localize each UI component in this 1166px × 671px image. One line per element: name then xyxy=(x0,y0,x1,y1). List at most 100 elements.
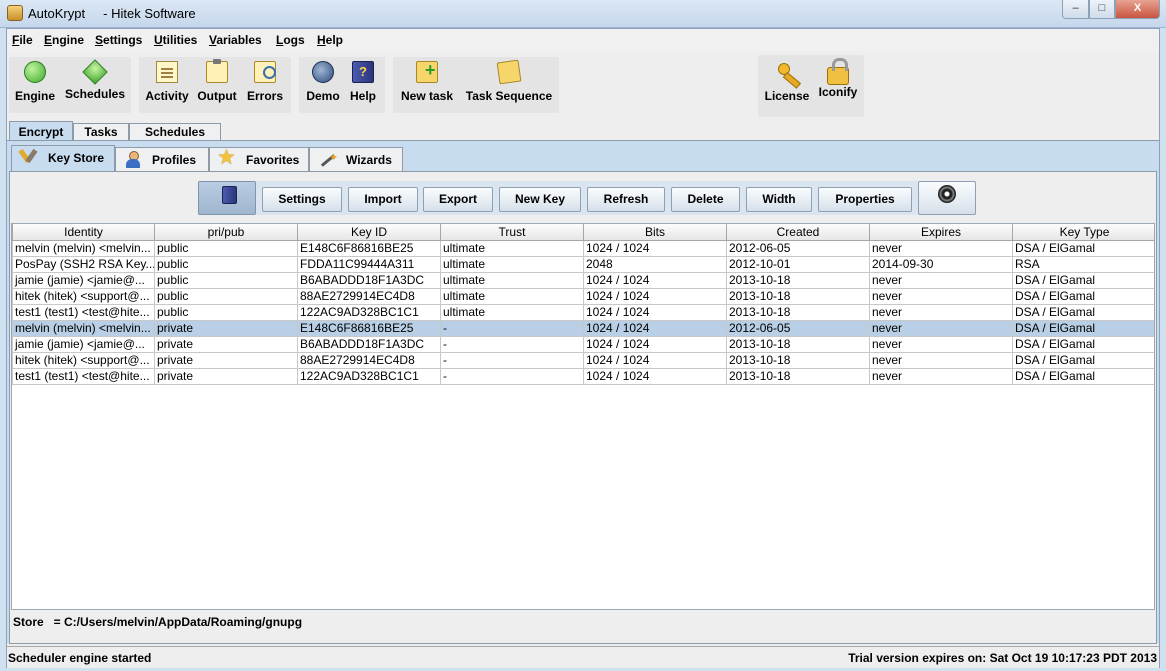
new-task-icon xyxy=(416,60,438,83)
close-button[interactable]: X xyxy=(1115,0,1160,19)
errors-icon xyxy=(254,61,276,83)
table-cell: DSA / ElGamal xyxy=(1012,367,1154,385)
table-cell: E148C6F86816BE25 xyxy=(297,239,441,257)
table-cell: 88AE2729914EC4D8 xyxy=(297,351,441,369)
task-sequence-icon xyxy=(496,59,522,85)
column-header[interactable]: Key ID xyxy=(297,224,441,241)
table-cell: hitek (hitek) <support@... xyxy=(12,351,155,369)
table-row[interactable]: melvin (melvin) <melvin... public E148C6F8… xyxy=(12,239,1154,257)
table-cell: 2012-06-05 xyxy=(726,239,870,257)
table-cell: jamie (jamie) <jamie@... xyxy=(12,271,155,289)
table-cell: - xyxy=(440,367,584,385)
table-cell: DSA / ElGamal xyxy=(1012,271,1154,289)
table-cell: 122AC9AD328BC1C1 xyxy=(297,367,441,385)
table-cell: 1024 / 1024 xyxy=(583,367,727,385)
main-window: File Engine Settings Utilities Variables… xyxy=(6,28,1160,668)
export-button[interactable]: Export xyxy=(423,187,493,212)
toolbar: Engine Schedules Activity Output Errors xyxy=(7,51,1159,121)
task-sequence-button[interactable]: Task Sequence xyxy=(463,59,555,113)
table-cell: 1024 / 1024 xyxy=(583,271,727,289)
tab-wizards[interactable]: Wizards xyxy=(309,147,403,171)
table-cell: public xyxy=(154,287,298,305)
table-row[interactable]: jamie (jamie) <jamie@... private B6ABADDD1… xyxy=(12,335,1154,353)
table-row[interactable]: hitek (hitek) <support@... private 88AE272… xyxy=(12,351,1154,369)
table-row[interactable]: test1 (test1) <test@hite... private 122AC9… xyxy=(12,367,1154,385)
table-cell: hitek (hitek) <support@... xyxy=(12,287,155,305)
help-button[interactable]: Help xyxy=(345,61,381,113)
table-cell: PosPay (SSH2 RSA Key... xyxy=(12,255,155,273)
table-cell: B6ABADDD18F1A3DC xyxy=(297,335,441,353)
help-book-icon xyxy=(352,61,374,83)
schedules-button[interactable]: Schedules xyxy=(63,59,127,113)
menu-engine[interactable]: Engine xyxy=(44,33,84,47)
demo-icon xyxy=(312,61,334,83)
menu-file[interactable]: File xyxy=(12,33,33,47)
delete-button[interactable]: Delete xyxy=(671,187,740,212)
minimize-button[interactable]: – xyxy=(1062,0,1089,19)
status-message: Scheduler engine started xyxy=(8,651,152,665)
table-cell: 2013-10-18 xyxy=(726,271,870,289)
column-header[interactable]: Identity xyxy=(12,224,155,241)
menu-settings[interactable]: Settings xyxy=(95,33,142,47)
encrypt-panel: Key Store Profiles Favorites Wizards Set… xyxy=(7,140,1159,644)
column-header[interactable]: Bits xyxy=(583,224,727,241)
table-cell: RSA xyxy=(1012,255,1154,273)
errors-button[interactable]: Errors xyxy=(243,61,287,113)
table-cell: DSA / ElGamal xyxy=(1012,335,1154,353)
menu-logs[interactable]: Logs xyxy=(276,33,305,47)
menu-utilities[interactable]: Utilities xyxy=(154,33,197,47)
table-cell: 2012-10-01 xyxy=(726,255,870,273)
table-cell: E148C6F86816BE25 xyxy=(297,319,441,337)
license-button[interactable]: License xyxy=(762,61,812,113)
toolbar-group-license: License Iconify xyxy=(758,55,864,117)
table-cell: 1024 / 1024 xyxy=(583,303,727,321)
license-label: License xyxy=(764,89,810,103)
new-task-label: New task xyxy=(400,89,454,103)
iconify-button[interactable]: Iconify xyxy=(816,58,860,113)
activity-button[interactable]: Activity xyxy=(143,61,191,113)
key-table[interactable]: Identity pri/pub Key ID Trust Bits Created Exp… xyxy=(11,223,1155,610)
settings-button[interactable]: Settings xyxy=(262,187,342,212)
column-header[interactable]: Expires xyxy=(869,224,1013,241)
table-cell: 1024 / 1024 xyxy=(583,335,727,353)
table-row[interactable]: melvin (melvin) <melvin... private E148C6F… xyxy=(12,319,1154,337)
table-row[interactable]: PosPay (SSH2 RSA Key... public FDDA11C9944… xyxy=(12,255,1154,273)
table-cell: DSA / ElGamal xyxy=(1012,319,1154,337)
iconify-label: Iconify xyxy=(818,85,858,99)
tab-favorites[interactable]: Favorites xyxy=(209,147,309,171)
width-button[interactable]: Width xyxy=(746,187,812,212)
table-row[interactable]: jamie (jamie) <jamie@... public B6ABADDD18… xyxy=(12,271,1154,289)
table-cell: FDDA11C99444A311 xyxy=(297,255,441,273)
properties-button[interactable]: Properties xyxy=(818,187,912,212)
menu-help[interactable]: Help xyxy=(317,33,343,47)
tab-key-store[interactable]: Key Store xyxy=(11,145,115,172)
key-icon xyxy=(776,61,798,83)
engine-button[interactable]: Engine xyxy=(13,61,57,113)
table-row[interactable]: hitek (hitek) <support@... public 88AE2729… xyxy=(12,287,1154,305)
import-button[interactable]: Import xyxy=(348,187,418,212)
title-bar[interactable]: AutoKrypt - Hitek Software – □ X xyxy=(0,0,1166,28)
refresh-button[interactable]: Refresh xyxy=(587,187,665,212)
app-lock-icon xyxy=(7,5,23,21)
key-book-button[interactable] xyxy=(198,181,256,215)
activity-icon xyxy=(156,61,178,83)
demo-button[interactable]: Demo xyxy=(303,61,343,113)
tab-profiles[interactable]: Profiles xyxy=(115,147,209,171)
disc-button[interactable] xyxy=(918,181,976,215)
table-cell: ultimate xyxy=(440,287,584,305)
new-task-button[interactable]: New task xyxy=(397,60,457,113)
table-row[interactable]: test1 (test1) <test@hite... public 122AC9A… xyxy=(12,303,1154,321)
table-cell: never xyxy=(869,271,1013,289)
output-button[interactable]: Output xyxy=(195,59,239,113)
new-key-button[interactable]: New Key xyxy=(499,187,581,212)
tab-encrypt[interactable]: Encrypt xyxy=(9,121,73,142)
table-cell: never xyxy=(869,319,1013,337)
toolbar-group-tasks: New task Task Sequence xyxy=(393,57,559,113)
menu-variables[interactable]: Variables xyxy=(209,33,262,47)
column-header[interactable]: pri/pub xyxy=(154,224,298,241)
column-header[interactable]: Key Type xyxy=(1012,224,1154,241)
column-header[interactable]: Trust xyxy=(440,224,584,241)
maximize-button[interactable]: □ xyxy=(1089,0,1115,19)
column-header[interactable]: Created xyxy=(726,224,870,241)
engine-status-icon xyxy=(24,61,46,83)
